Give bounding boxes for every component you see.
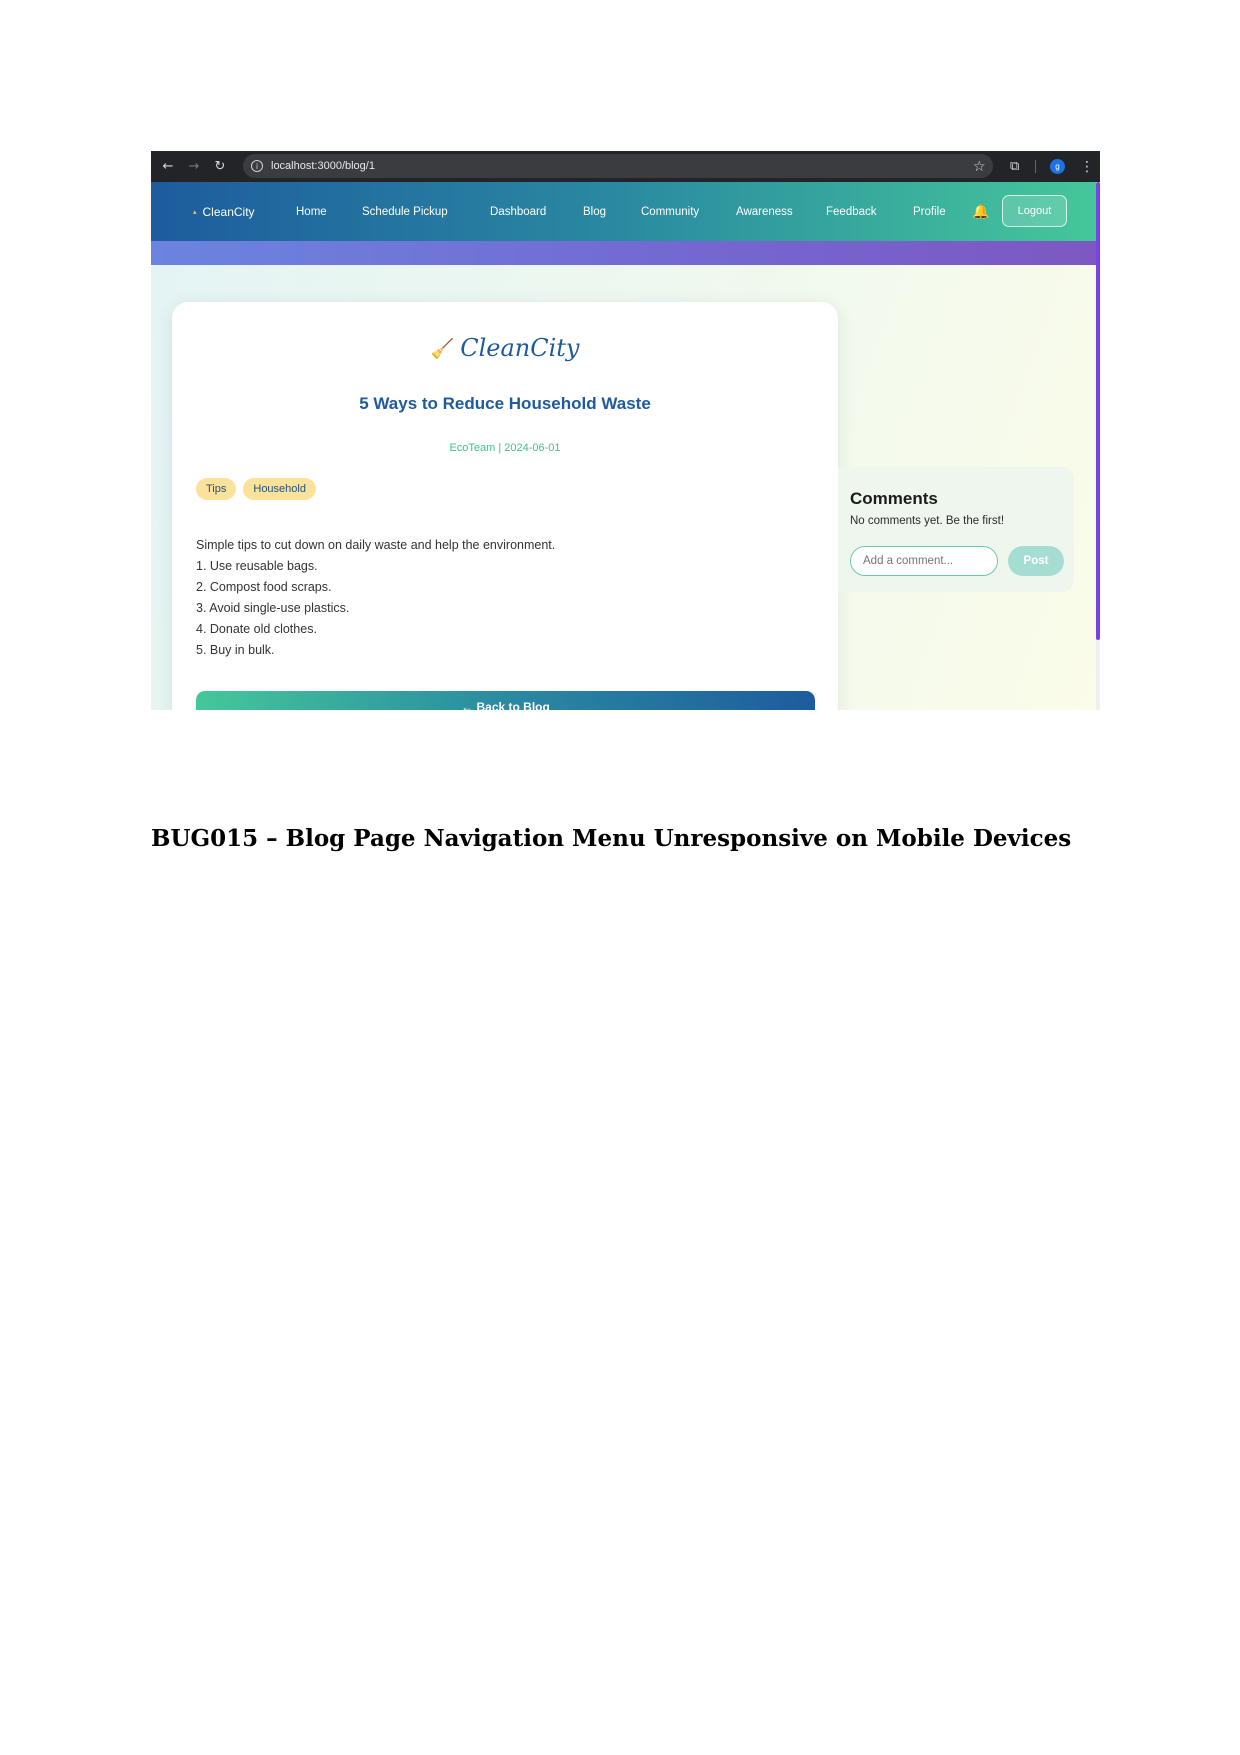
list-item: 2. Compost food scraps. [196,580,332,594]
forward-arrow-icon[interactable]: → [181,151,207,182]
bug-caption: BUG015 – Blog Page Navigation Menu Unres… [151,825,1072,852]
article-body: Simple tips to cut down on daily waste a… [196,535,555,661]
browser-menu-icon[interactable]: ⋮ [1080,151,1094,182]
extensions-icon[interactable]: ⧉ [1010,151,1019,182]
tag-tips[interactable]: Tips [196,478,237,500]
logo-text: CleanCity [460,334,580,362]
broom-icon: ▴ [193,208,197,216]
list-item: 5. Buy in bulk. [196,643,275,657]
back-to-blog-button[interactable]: ← Back to Blog [196,691,815,710]
nav-link-feedback[interactable]: Feedback [826,182,877,241]
nav-link-profile[interactable]: Profile [913,182,946,241]
reload-icon[interactable]: ↻ [207,151,233,182]
comment-input[interactable] [850,546,998,576]
logout-button[interactable]: Logout [1002,195,1067,227]
comments-panel: Comments No comments yet. Be the first! … [838,467,1074,592]
app-navbar: ▴ CleanCity Home Schedule Pickup Dashboa… [151,182,1096,241]
tag-list: Tips Household [196,478,316,500]
back-arrow-icon[interactable]: ← [155,151,181,182]
article-meta: EcoTeam | 2024-06-01 [449,442,561,454]
scrollbar-thumb[interactable] [1096,182,1100,640]
nav-link-community[interactable]: Community [641,182,699,241]
post-comment-button[interactable]: Post [1008,546,1064,576]
no-comments-text: No comments yet. Be the first! [850,515,1005,527]
nav-link-dashboard[interactable]: Dashboard [490,182,546,241]
article-logo: 🧹 CleanCity [172,334,838,362]
brand-link[interactable]: ▴ CleanCity [193,182,255,241]
broom-icon: 🧹 [430,337,455,360]
nav-link-schedule-pickup[interactable]: Schedule Pickup [362,182,448,241]
article-title: 5 Ways to Reduce Household Waste [359,394,651,413]
article-intro: Simple tips to cut down on daily waste a… [196,538,556,552]
brand-name: CleanCity [202,204,255,219]
list-item: 1. Use reusable bags. [196,559,318,573]
tag-household[interactable]: Household [243,478,316,500]
comments-heading: Comments [850,489,938,508]
address-bar[interactable]: i localhost:3000/blog/1 [243,154,993,178]
nav-link-blog[interactable]: Blog [583,182,606,241]
url-text[interactable]: localhost:3000/blog/1 [271,160,375,172]
bookmark-star-icon[interactable]: ☆ [973,151,986,182]
profile-avatar[interactable]: g [1050,159,1065,174]
article-card: 🧹 CleanCity 5 Ways to Reduce Household W… [172,302,838,710]
toolbar-divider [1035,160,1036,173]
notification-bell-icon[interactable]: 🔔 [972,182,989,241]
nav-link-home[interactable]: Home [296,182,327,241]
list-item: 3. Avoid single-use plastics. [196,601,350,615]
nav-link-awareness[interactable]: Awareness [736,182,793,241]
header-band [151,241,1096,265]
list-item: 4. Donate old clothes. [196,622,317,636]
screenshot: ← → ↻ i localhost:3000/blog/1 ☆ ⧉ g ⋮ ▴ … [151,151,1100,710]
site-info-icon[interactable]: i [251,160,263,172]
browser-toolbar: ← → ↻ i localhost:3000/blog/1 ☆ ⧉ g ⋮ [151,151,1100,182]
